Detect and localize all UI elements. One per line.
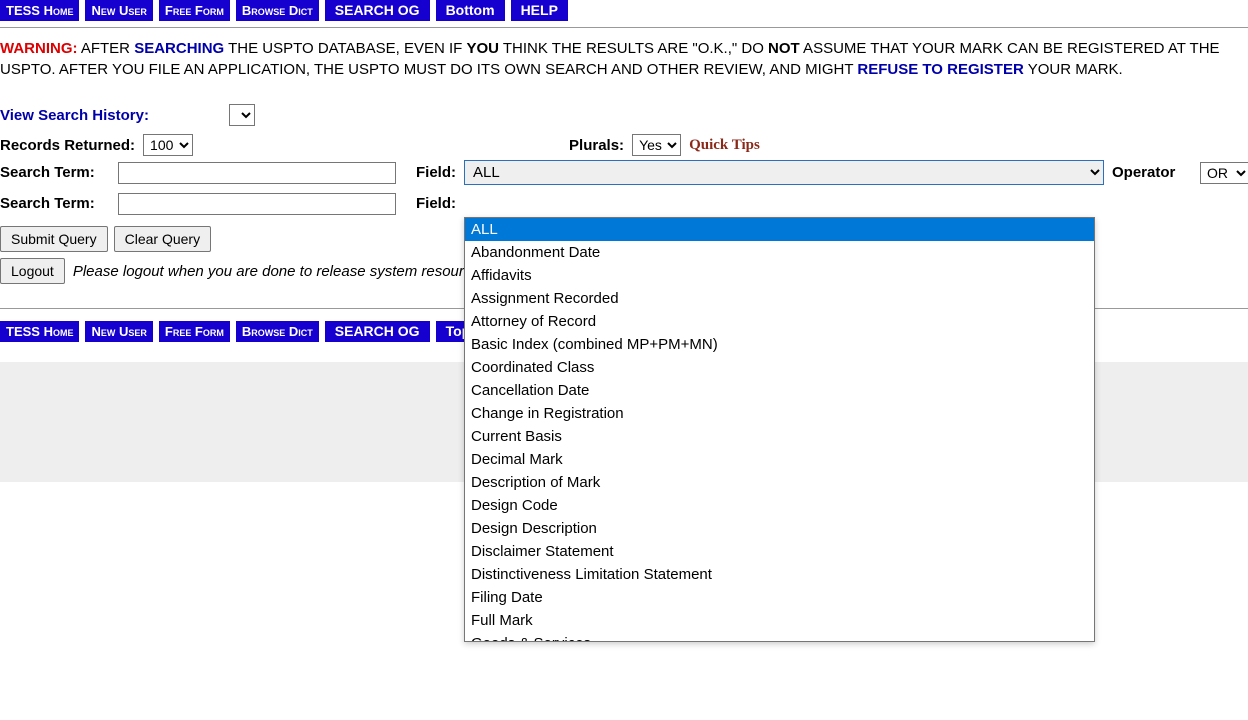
records-label: Records Returned:	[0, 137, 135, 154]
operator-select[interactable]: OR	[1200, 162, 1248, 184]
warning-text: WARNING: AFTER SEARCHING THE USPTO DATAB…	[0, 38, 1248, 80]
field-option[interactable]: Attorney of Record	[465, 310, 1094, 333]
history-select[interactable]	[229, 104, 255, 126]
view-history-label: View Search History:	[0, 107, 149, 124]
field-wrap-2: ALL ALLAbandonment DateAffidavitsAssignm…	[464, 191, 1104, 216]
field-option[interactable]: Abandonment Date	[465, 241, 1094, 264]
logout-button[interactable]: Logout	[0, 258, 65, 284]
nav-new-user[interactable]: New User	[85, 0, 152, 21]
nav-tess-home[interactable]: TESS Home	[0, 0, 79, 21]
nav-browse-dict[interactable]: Browse Dict	[236, 0, 319, 21]
field-option[interactable]: ALL	[465, 218, 1094, 241]
nav-browse-dict[interactable]: Browse Dict	[236, 321, 319, 342]
field-option[interactable]: Description of Mark	[465, 471, 1094, 494]
field-label-1: Field:	[406, 164, 456, 181]
searching-link[interactable]: SEARCHING	[134, 40, 224, 57]
warning-prefix: WARNING:	[0, 40, 78, 57]
field-label-2: Field:	[406, 195, 456, 212]
quick-tips-link[interactable]: Quick Tips	[689, 137, 760, 154]
nav-tess-home[interactable]: TESS Home	[0, 321, 79, 342]
nav-free-form[interactable]: Free Form	[159, 321, 230, 342]
nav-bar-top: TESS Home New User Free Form Browse Dict SEA…	[0, 0, 1248, 21]
field-option[interactable]: Design Code	[465, 494, 1094, 517]
nav-search-og[interactable]: SEARCH OG	[325, 0, 430, 21]
plurals-label: Plurals:	[569, 137, 624, 154]
field-dropdown-open: ALLAbandonment DateAffidavitsAssignment …	[464, 217, 1095, 642]
nav-free-form[interactable]: Free Form	[159, 0, 230, 21]
refuse-link[interactable]: REFUSE TO REGISTER	[857, 61, 1023, 78]
field-option[interactable]: Disclaimer Statement	[465, 540, 1094, 563]
field-option[interactable]: Change in Registration	[465, 402, 1094, 425]
nav-help[interactable]: HELP	[511, 0, 568, 21]
plurals-select[interactable]: Yes	[632, 134, 681, 156]
field-option[interactable]: Decimal Mark	[465, 448, 1094, 471]
field-option[interactable]: Distinctiveness Limitation Statement	[465, 563, 1094, 586]
field-option[interactable]: Basic Index (combined MP+PM+MN)	[465, 333, 1094, 356]
submit-query-button[interactable]: Submit Query	[0, 226, 108, 252]
field-wrap-1: ALL	[464, 160, 1104, 185]
field-select-1[interactable]: ALL	[464, 160, 1104, 185]
search-term-input-1[interactable]	[118, 162, 396, 184]
search-term-label-2: Search Term:	[0, 195, 110, 212]
field-option[interactable]: Coordinated Class	[465, 356, 1094, 379]
field-option[interactable]: Design Description	[465, 517, 1094, 540]
field-option[interactable]: Filing Date	[465, 586, 1094, 609]
search-grid: Search Term: Field: ALL Operator OR Sear…	[0, 160, 1248, 216]
clear-query-button[interactable]: Clear Query	[114, 226, 211, 252]
field-option[interactable]: Affidavits	[465, 264, 1094, 287]
field-option[interactable]: Full Mark	[465, 609, 1094, 632]
field-option[interactable]: Current Basis	[465, 425, 1094, 448]
nav-search-og[interactable]: SEARCH OG	[325, 321, 430, 342]
search-term-label-1: Search Term:	[0, 164, 110, 181]
search-term-input-2[interactable]	[118, 193, 396, 215]
field-option[interactable]: Cancellation Date	[465, 379, 1094, 402]
records-select[interactable]: 100	[143, 134, 193, 156]
nav-bottom[interactable]: Bottom	[436, 0, 505, 21]
operator-label: Operator	[1112, 164, 1192, 181]
field-option[interactable]: Goods & Services	[465, 632, 1094, 642]
field-option[interactable]: Assignment Recorded	[465, 287, 1094, 310]
divider	[0, 27, 1248, 28]
nav-new-user[interactable]: New User	[85, 321, 152, 342]
